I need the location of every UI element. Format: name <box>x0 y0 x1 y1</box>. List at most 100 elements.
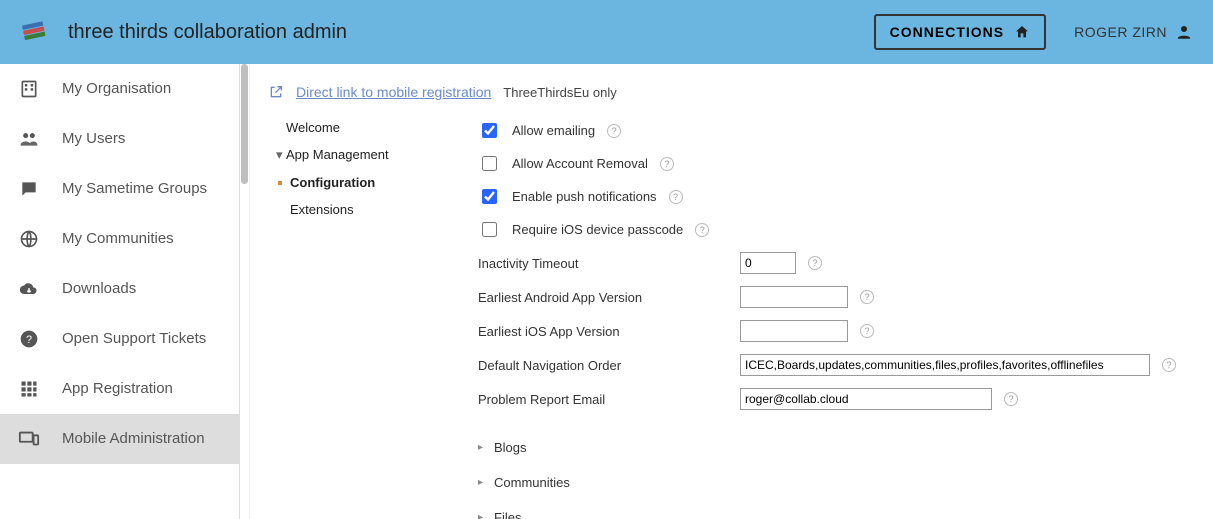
problem-email-input[interactable] <box>740 388 992 410</box>
sidebar-item-mobile-admin[interactable]: Mobile Administration <box>0 414 239 464</box>
section-files[interactable]: ▸ Files <box>478 500 1195 519</box>
sidebar-item-sametime-groups[interactable]: My Sametime Groups <box>0 164 239 214</box>
sidebar-item-label: App Registration <box>62 380 173 399</box>
sidebar-item-label: My Communities <box>62 230 174 249</box>
sidebar-item-label: My Organisation <box>62 80 171 99</box>
help-icon[interactable]: ? <box>860 290 874 304</box>
cloud-download-icon <box>18 278 40 300</box>
direct-link-suffix: ThreeThirdsEu only <box>503 85 616 100</box>
expandable-sections: ▸ Blogs ▸ Communities ▸ Files <box>478 430 1195 519</box>
section-label: Communities <box>494 475 570 490</box>
sidebar-item-label: Open Support Tickets <box>62 330 206 349</box>
field-label: Enable push notifications <box>512 189 657 204</box>
enable-push-checkbox[interactable] <box>482 189 497 204</box>
tree-label: Extensions <box>290 202 354 217</box>
field-label: Earliest iOS App Version <box>478 324 728 339</box>
sidebar-scrollbar[interactable] <box>240 64 250 519</box>
connections-label: CONNECTIONS <box>890 24 1004 40</box>
configuration-form: Allow emailing ? Allow Account Removal ?… <box>478 114 1195 519</box>
tree-label: App Management <box>286 147 389 162</box>
tree-label: Welcome <box>286 120 340 135</box>
tree-item-welcome[interactable]: Welcome <box>276 114 458 141</box>
connections-button[interactable]: CONNECTIONS <box>874 14 1046 50</box>
user-menu[interactable]: ROGER ZIRN <box>1074 23 1193 41</box>
app-header: three thirds collaboration admin CONNECT… <box>0 0 1213 64</box>
sidebar-item-app-registration[interactable]: App Registration <box>0 364 239 414</box>
header-right: CONNECTIONS ROGER ZIRN <box>874 14 1193 50</box>
help-icon[interactable]: ? <box>1004 392 1018 406</box>
user-name: ROGER ZIRN <box>1074 24 1167 40</box>
row-problem-email: Problem Report Email ? <box>478 382 1195 416</box>
field-label: Allow emailing <box>512 123 595 138</box>
sidebar-item-organisation[interactable]: My Organisation <box>0 64 239 114</box>
sidebar-item-users[interactable]: My Users <box>0 114 239 164</box>
chevron-right-icon: ▸ <box>478 442 486 453</box>
earliest-android-input[interactable] <box>740 286 848 308</box>
home-icon <box>1014 24 1030 40</box>
field-label: Default Navigation Order <box>478 358 728 373</box>
help-icon[interactable]: ? <box>1162 358 1176 372</box>
section-label: Blogs <box>494 440 527 455</box>
inactivity-timeout-input[interactable] <box>740 252 796 274</box>
apps-grid-icon <box>18 378 40 400</box>
help-icon[interactable]: ? <box>808 256 822 270</box>
field-label: Allow Account Removal <box>512 156 648 171</box>
sidebar-item-support-tickets[interactable]: ? Open Support Tickets <box>0 314 239 364</box>
earliest-ios-input[interactable] <box>740 320 848 342</box>
app-logo-icon <box>20 18 48 46</box>
allow-emailing-checkbox[interactable] <box>482 123 497 138</box>
row-allow-emailing: Allow emailing ? <box>478 114 1195 147</box>
help-icon[interactable]: ? <box>695 223 709 237</box>
tree-item-configuration[interactable]: Configuration <box>276 169 458 196</box>
person-icon <box>1175 23 1193 41</box>
sidebar-item-communities[interactable]: My Communities <box>0 214 239 264</box>
tree-item-app-management[interactable]: ▾App Management <box>276 141 458 169</box>
require-passcode-checkbox[interactable] <box>482 222 497 237</box>
building-icon <box>18 78 40 100</box>
field-label: Problem Report Email <box>478 392 728 407</box>
sidebar-item-label: Downloads <box>62 280 136 299</box>
default-nav-order-input[interactable] <box>740 354 1150 376</box>
row-earliest-ios: Earliest iOS App Version ? <box>478 314 1195 348</box>
sidebar-item-label: My Sametime Groups <box>62 180 207 199</box>
section-communities[interactable]: ▸ Communities <box>478 465 1195 500</box>
sidebar: My Organisation My Users My Sametime Gro… <box>0 64 240 519</box>
direct-link-mobile-registration[interactable]: Direct link to mobile registration <box>296 84 491 100</box>
section-blogs[interactable]: ▸ Blogs <box>478 430 1195 465</box>
field-label: Inactivity Timeout <box>478 256 728 271</box>
row-require-passcode: Require iOS device passcode ? <box>478 213 1195 246</box>
main-content: Direct link to mobile registration Three… <box>250 64 1213 519</box>
settings-tree: Welcome ▾App Management Configuration Ex… <box>268 114 458 519</box>
chevron-down-icon: ▾ <box>276 147 286 163</box>
sidebar-item-downloads[interactable]: Downloads <box>0 264 239 314</box>
chevron-right-icon: ▸ <box>478 477 486 488</box>
help-icon[interactable]: ? <box>607 124 621 138</box>
row-enable-push: Enable push notifications ? <box>478 180 1195 213</box>
tree-label: Configuration <box>290 175 375 190</box>
external-link-icon <box>268 84 284 100</box>
allow-account-removal-checkbox[interactable] <box>482 156 497 171</box>
device-icon <box>18 428 40 450</box>
row-allow-account-removal: Allow Account Removal ? <box>478 147 1195 180</box>
help-icon[interactable]: ? <box>669 190 683 204</box>
row-default-nav-order: Default Navigation Order ? <box>478 348 1195 382</box>
scrollbar-thumb[interactable] <box>241 64 248 184</box>
row-earliest-android: Earliest Android App Version ? <box>478 280 1195 314</box>
sidebar-item-label: Mobile Administration <box>62 430 205 449</box>
field-label: Earliest Android App Version <box>478 290 728 305</box>
field-label: Require iOS device passcode <box>512 222 683 237</box>
help-icon[interactable]: ? <box>860 324 874 338</box>
help-icon[interactable]: ? <box>660 157 674 171</box>
direct-link-row: Direct link to mobile registration Three… <box>268 84 1195 100</box>
people-icon <box>18 128 40 150</box>
header-left: three thirds collaboration admin <box>20 18 347 46</box>
app-title: three thirds collaboration admin <box>68 21 347 44</box>
help-icon: ? <box>18 328 40 350</box>
sidebar-item-label: My Users <box>62 130 125 149</box>
tree-item-extensions[interactable]: Extensions <box>276 196 458 223</box>
globe-icon <box>18 228 40 250</box>
section-label: Files <box>494 510 521 519</box>
chat-icon <box>18 178 40 200</box>
chevron-right-icon: ▸ <box>478 512 486 519</box>
row-inactivity-timeout: Inactivity Timeout ? <box>478 246 1195 280</box>
